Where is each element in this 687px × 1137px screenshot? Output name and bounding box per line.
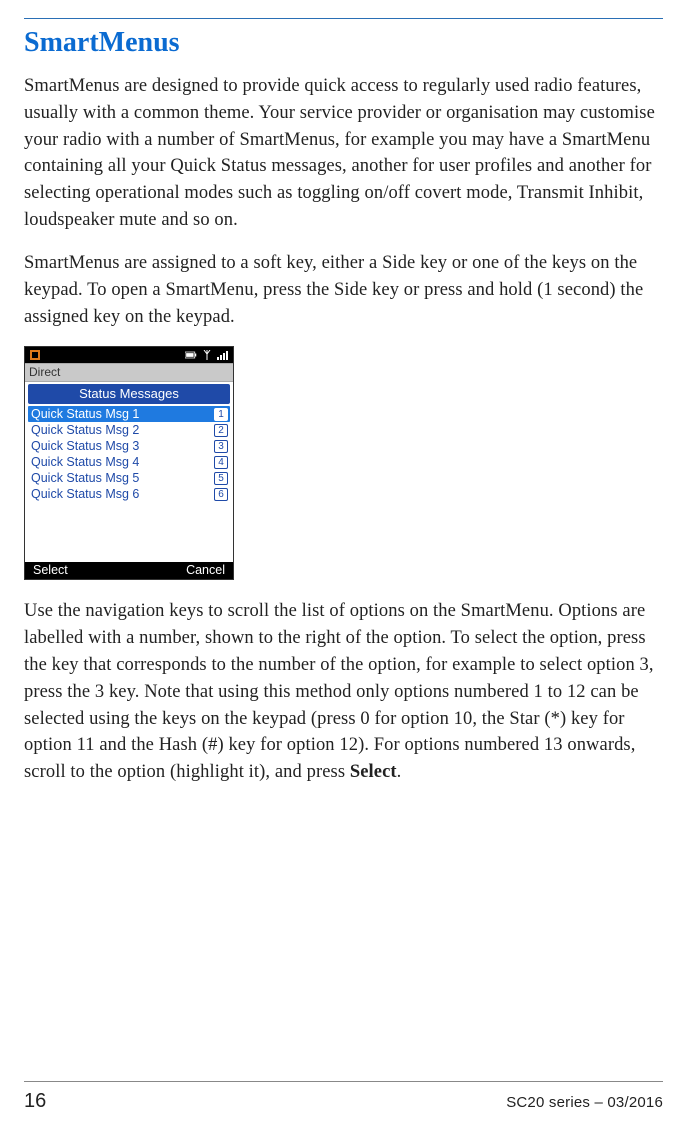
radio-menu-item-number: 4 (214, 456, 228, 469)
paragraph-2: SmartMenus are assigned to a soft key, e… (24, 250, 663, 330)
paragraph-3-bold: Select (350, 762, 397, 782)
radio-menu-item-label: Quick Status Msg 2 (31, 423, 139, 437)
radio-menu-item-number: 3 (214, 440, 228, 453)
radio-menu-title: Status Messages (28, 384, 230, 404)
page-footer: 16 SC20 series – 03/2016 (24, 1081, 663, 1113)
radio-status-bar (25, 347, 233, 363)
radio-screenshot: Direct Status Messages Quick Status Msg … (24, 346, 234, 580)
radio-menu-item-number: 5 (214, 472, 228, 485)
radio-menu-item-label: Quick Status Msg 6 (31, 487, 139, 501)
radio-menu-list: Quick Status Msg 11Quick Status Msg 22Qu… (25, 406, 233, 504)
radio-menu-item[interactable]: Quick Status Msg 5 5 (28, 470, 230, 486)
radio-menu-item-label: Quick Status Msg 4 (31, 455, 139, 469)
direct-mode-icon (29, 350, 41, 360)
radio-menu-item-label: Quick Status Msg 1 (31, 407, 139, 421)
section-heading: SmartMenus (24, 27, 663, 59)
signal-icon (217, 350, 229, 360)
radio-list-blank (25, 504, 233, 562)
radio-menu-item-label: Quick Status Msg 5 (31, 471, 139, 485)
document-id: SC20 series – 03/2016 (506, 1094, 663, 1111)
top-rule (24, 18, 663, 19)
battery-icon (185, 350, 197, 360)
radio-menu-item-number: 1 (214, 408, 228, 421)
radio-softkey-bar: Select Cancel (25, 562, 233, 579)
radio-menu-item-number: 6 (214, 488, 228, 501)
radio-menu-item[interactable]: Quick Status Msg 6 6 (28, 486, 230, 502)
radio-mode-label: Direct (25, 363, 233, 382)
radio-menu-item[interactable]: Quick Status Msg 1 1 (28, 406, 230, 422)
paragraph-1: SmartMenus are designed to provide quick… (24, 73, 663, 234)
radio-menu-item[interactable]: Quick Status Msg 3 3 (28, 438, 230, 454)
paragraph-3-pre: Use the navigation keys to scroll the li… (24, 601, 654, 782)
page-number: 16 (24, 1090, 46, 1113)
softkey-left[interactable]: Select (33, 563, 68, 577)
antenna-icon (201, 350, 213, 360)
radio-menu-item-number: 2 (214, 424, 228, 437)
softkey-right[interactable]: Cancel (186, 563, 225, 577)
radio-menu-item-label: Quick Status Msg 3 (31, 439, 139, 453)
radio-menu-item[interactable]: Quick Status Msg 4 4 (28, 454, 230, 470)
paragraph-3-post: . (397, 762, 402, 782)
paragraph-3: Use the navigation keys to scroll the li… (24, 598, 663, 786)
radio-menu-item[interactable]: Quick Status Msg 2 2 (28, 422, 230, 438)
